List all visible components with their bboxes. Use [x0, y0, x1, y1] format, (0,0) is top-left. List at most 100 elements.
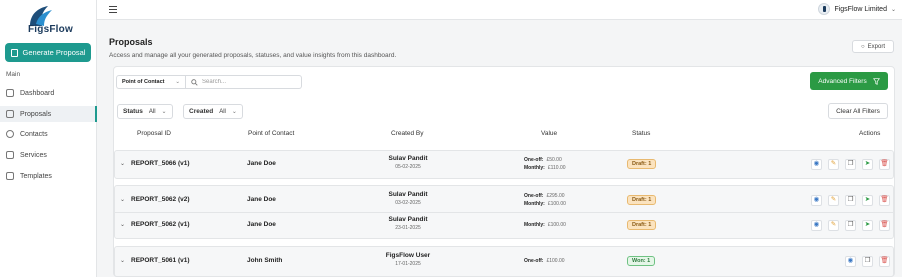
send-icon[interactable]: ➤ [862, 220, 873, 231]
organization-switcher[interactable]: FigsFlow Limited ⌄ [818, 3, 896, 15]
edit-icon[interactable]: ✎ [828, 195, 839, 206]
row-actions: ◉ ✎ ❐ ➤ 🗑 [811, 195, 890, 206]
value-label: One-off: [524, 258, 544, 264]
services-icon [6, 151, 14, 159]
table-row[interactable]: ⌄ REPORT_5061 (v1) John Smith FigsFlow U… [114, 249, 894, 274]
contacts-icon [6, 130, 14, 138]
status-filter[interactable]: Status All ⌄ [117, 104, 173, 119]
created-date: 17-01-2025 [395, 261, 421, 267]
creator-name: Sulav Pandit [388, 191, 428, 198]
table-row[interactable]: ⌄ REPORT_5066 (v1) Jane Doe Sulav Pandit… [114, 152, 894, 177]
chevron-down-icon[interactable]: ⌄ [120, 221, 125, 228]
search-icon [191, 78, 198, 86]
send-icon[interactable]: ➤ [862, 159, 873, 170]
table-row[interactable]: ⌄ REPORT_5062 (v2) Jane Doe Sulav Pandit… [114, 188, 894, 213]
delete-icon[interactable]: 🗑 [879, 195, 890, 206]
proposal-id: REPORT_5061 (v1) [131, 257, 190, 264]
created-filter-label: Created [189, 108, 214, 115]
created-date: 23-01-2025 [395, 225, 421, 231]
created-date: 03-02-2025 [395, 200, 421, 206]
sidebar-item-dashboard[interactable]: Dashboard [0, 85, 97, 101]
copy-icon[interactable]: ❐ [845, 220, 856, 231]
export-button[interactable]: ○ Export [852, 40, 894, 53]
sidebar-item-services[interactable]: Services [0, 147, 97, 163]
chevron-down-icon: ⌄ [231, 109, 237, 115]
sidebar-item-label: Services [20, 151, 47, 159]
chevron-down-icon: ⌄ [890, 6, 896, 13]
view-icon[interactable]: ◉ [845, 256, 856, 267]
column-header-status[interactable]: Status [632, 130, 650, 137]
creator-name: Sulav Pandit [388, 155, 428, 162]
clear-all-filters-button[interactable]: Clear All Filters [828, 103, 888, 119]
created-by: Sulav Pandit 05-02-2025 [364, 155, 452, 170]
row-actions: ◉ ✎ ❐ ➤ 🗑 [811, 220, 890, 231]
value-amount: £100.00 [547, 201, 566, 207]
value-amount: £100.00 [547, 222, 566, 228]
created-by: Sulav Pandit 03-02-2025 [364, 191, 452, 206]
copy-icon[interactable]: ❐ [845, 159, 856, 170]
sidebar-item-label: Proposals [20, 110, 52, 118]
search-input[interactable] [202, 79, 297, 85]
column-header-created-by[interactable]: Created By [391, 130, 424, 137]
column-header-value[interactable]: Value [541, 130, 557, 137]
status-badge: Draft: 1 [627, 220, 657, 230]
status-badge: Draft: 1 [627, 195, 657, 205]
chevron-down-icon[interactable]: ⌄ [120, 160, 125, 167]
status-filter-value: All [148, 108, 156, 115]
created-date: 05-02-2025 [395, 164, 421, 170]
logo-text: FigsFlow [28, 24, 73, 35]
generate-proposal-label: Generate Proposal [22, 48, 86, 57]
filter-icon [872, 77, 880, 85]
copy-icon[interactable]: ❐ [862, 256, 873, 267]
dashboard-icon [6, 89, 14, 97]
export-icon: ○ [861, 43, 865, 50]
column-header-actions: Actions [859, 130, 881, 137]
row-actions: ◉ ❐ 🗑 [845, 256, 890, 267]
value-label: Monthly: [524, 201, 545, 207]
chevron-down-icon[interactable]: ⌄ [120, 196, 125, 203]
send-icon[interactable]: ➤ [862, 195, 873, 206]
delete-icon[interactable]: 🗑 [879, 256, 890, 267]
proposal-id: REPORT_5062 (v2) [131, 196, 190, 203]
page-title: Proposals [109, 37, 153, 47]
chevron-down-icon: ⌄ [175, 79, 180, 85]
proposal-value: One-off: £50.00 Monthly: £110.00 [524, 157, 584, 171]
sidebar-item-label: Contacts [20, 130, 48, 138]
view-icon[interactable]: ◉ [811, 195, 822, 206]
hamburger-menu-icon[interactable] [109, 6, 117, 13]
sidebar-item-contacts[interactable]: Contacts [0, 126, 97, 142]
organization-name: FigsFlow Limited [834, 5, 887, 13]
column-header-proposal-id[interactable]: Proposal ID [137, 130, 171, 137]
sidebar-item-templates[interactable]: Templates [0, 168, 97, 184]
delete-icon[interactable]: 🗑 [879, 159, 890, 170]
sidebar-item-label: Templates [20, 172, 52, 180]
search-field-select[interactable]: Point of Contact ⌄ [116, 75, 186, 89]
point-of-contact: Jane Doe [247, 160, 276, 167]
sidebar-item-label: Dashboard [20, 89, 55, 97]
organization-logo-icon [818, 3, 831, 15]
top-bar: FigsFlow Limited ⌄ [97, 0, 902, 20]
view-icon[interactable]: ◉ [811, 220, 822, 231]
generate-proposal-button[interactable]: Generate Proposal [5, 43, 91, 62]
edit-icon[interactable]: ✎ [828, 220, 839, 231]
view-icon[interactable]: ◉ [811, 159, 822, 170]
chevron-down-icon: ⌄ [161, 109, 167, 115]
delete-icon[interactable]: 🗑 [879, 220, 890, 231]
edit-icon[interactable]: ✎ [828, 159, 839, 170]
table-row[interactable]: ⌄ REPORT_5062 (v1) Jane Doe Sulav Pandit… [114, 213, 894, 238]
copy-icon[interactable]: ❐ [845, 195, 856, 206]
created-by: FigsFlow User 17-01-2025 [364, 252, 452, 267]
point-of-contact: Jane Doe [247, 196, 276, 203]
created-by: Sulav Pandit 23-01-2025 [364, 216, 452, 231]
document-icon [6, 110, 14, 118]
proposal-value: One-off: £100.00 [524, 258, 584, 264]
chevron-down-icon[interactable]: ⌄ [120, 257, 125, 264]
advanced-filters-button[interactable]: Advanced Filters [810, 72, 888, 90]
value-label: Monthly: [524, 165, 545, 171]
sidebar: FigsFlow Generate Proposal Main Dashboar… [0, 0, 97, 277]
sidebar-item-proposals[interactable]: Proposals [0, 106, 97, 122]
proposal-id: REPORT_5066 (v1) [131, 160, 190, 167]
value-amount: £110.00 [547, 165, 566, 171]
created-filter[interactable]: Created All ⌄ [183, 104, 243, 119]
column-header-point-of-contact[interactable]: Point of Contact [248, 130, 294, 137]
